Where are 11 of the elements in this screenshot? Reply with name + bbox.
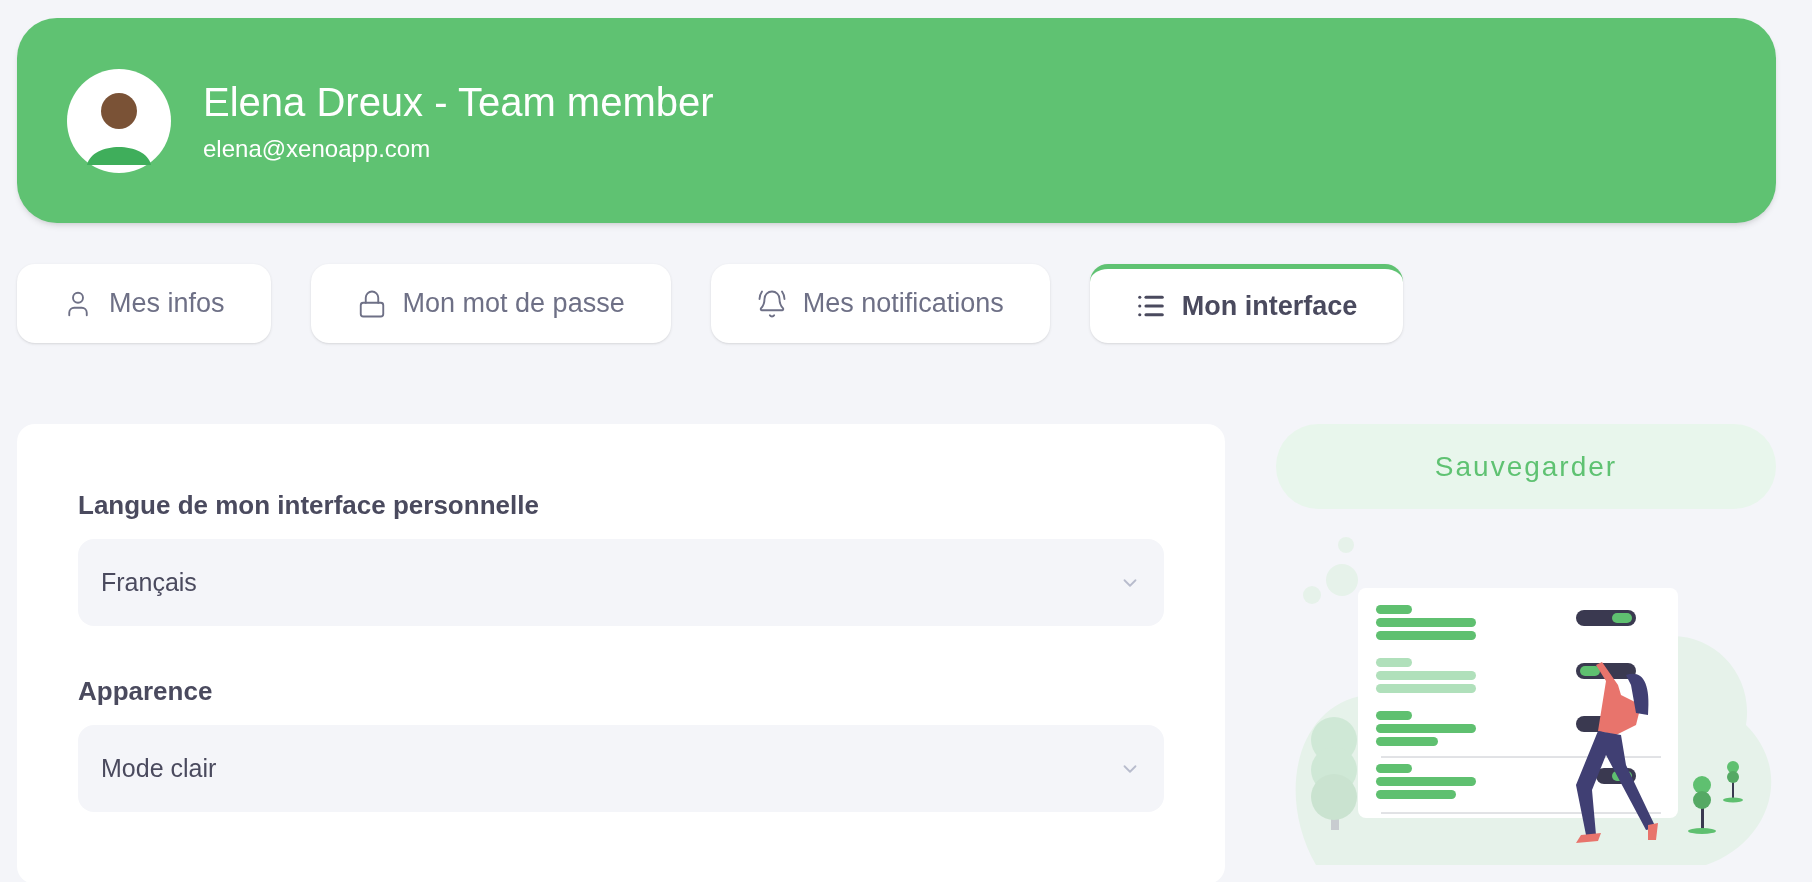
- tab[interactable]: Mes notifications: [710, 264, 1050, 343]
- profile-name: Elena Dreux - Team member: [203, 78, 714, 126]
- profile-email: elena@xenoapp.com: [203, 133, 432, 164]
- tab[interactable]: Mes infos: [17, 264, 271, 343]
- tab[interactable]: Mon interface: [1089, 264, 1404, 343]
- field-label: Apparence: [78, 675, 214, 708]
- tab[interactable]: Mon mot de passe: [310, 264, 671, 343]
- select-field[interactable]: Mode clair: [78, 725, 1164, 812]
- bell-icon: [756, 288, 787, 319]
- select-field[interactable]: Français: [78, 539, 1164, 626]
- field-label: Langue de mon interface personnelle: [78, 489, 540, 522]
